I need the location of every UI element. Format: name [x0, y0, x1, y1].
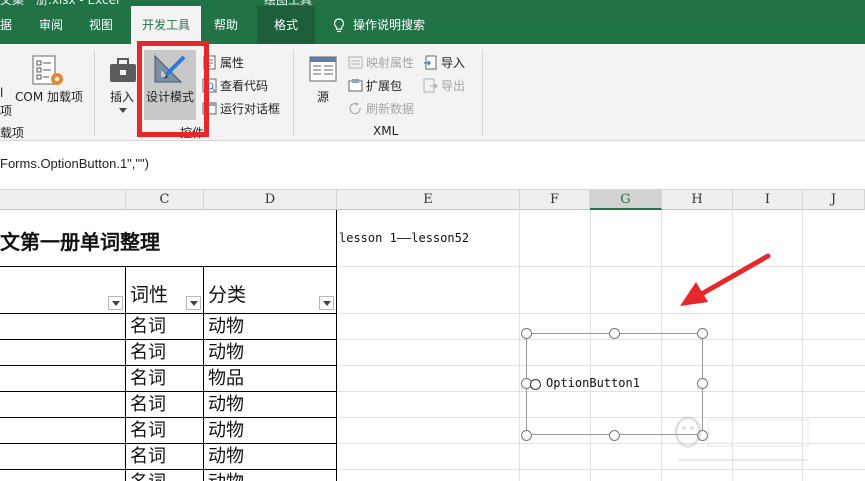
column-headers: C D E F G H I J — [0, 190, 865, 210]
import-button[interactable]: 导入 — [423, 52, 465, 72]
table-cell-pos: 名词 — [130, 470, 166, 481]
table-cell-category: 物品 — [208, 368, 244, 389]
red-arrow-icon — [680, 253, 771, 306]
table-cell-category: 动物 — [208, 446, 244, 467]
header-pos: 词性 — [130, 284, 169, 306]
table-cell-pos: 名词 — [130, 420, 166, 441]
table-cell-pos: 名词 — [130, 394, 166, 415]
addin-fragment-top: l — [0, 86, 4, 100]
chevron-down-icon — [119, 108, 127, 113]
column-header-j[interactable]: J — [803, 190, 865, 210]
ribbon-separator — [482, 50, 483, 136]
addins-group-label: 载项 — [0, 126, 25, 140]
tab-format[interactable]: 格式 — [257, 6, 315, 44]
map-properties-button[interactable]: 映射属性 — [348, 52, 414, 72]
column-header-f[interactable]: F — [520, 190, 590, 210]
com-addins-button[interactable]: COM 加载项 — [15, 88, 83, 105]
option-button-label: OptionButton1 — [546, 376, 640, 390]
insert-controls-button[interactable]: 插入 — [110, 88, 134, 105]
tab-developer[interactable]: 开发工具 — [131, 6, 201, 44]
expansion-pack-button[interactable]: 扩展包 — [348, 75, 402, 95]
highlight-box — [137, 41, 209, 137]
toolbox-icon — [110, 58, 136, 82]
xml-source-icon — [309, 56, 337, 82]
search-label: 操作说明搜索 — [353, 18, 426, 32]
import-icon — [424, 55, 437, 69]
ribbon-separator — [94, 50, 95, 136]
tab-data[interactable]: 据 — [0, 6, 20, 44]
table-cell-category: 动物 — [208, 394, 244, 415]
column-header-g[interactable]: G — [590, 190, 662, 210]
resize-handle[interactable] — [697, 378, 708, 389]
column-header-partial[interactable] — [0, 190, 126, 210]
table-cell-category: 动物 — [208, 316, 244, 337]
table-cell-pos: 名词 — [130, 342, 166, 363]
column-header-e[interactable]: E — [337, 190, 520, 210]
resize-handle[interactable] — [521, 430, 532, 441]
column-header-h[interactable]: H — [662, 190, 733, 210]
filter-dropdown-button[interactable] — [319, 296, 334, 310]
tab-review[interactable]: 审阅 — [39, 6, 69, 44]
export-icon — [423, 78, 438, 92]
resize-handle[interactable] — [521, 328, 532, 339]
expansion-pack-icon — [348, 78, 363, 91]
addin-fragment-bottom: 项 — [0, 104, 13, 118]
ribbon: l 项 COM 加载项 载项 插入 设计模式 属性 查看代码 运行对话框 控件 … — [0, 44, 865, 141]
header-category: 分类 — [208, 284, 247, 306]
table-cell-category: 动物 — [208, 470, 244, 481]
xml-source-button[interactable]: 源 — [317, 88, 329, 105]
table-cell-category: 动物 — [208, 342, 244, 363]
resize-handle[interactable] — [609, 430, 620, 441]
tab-help[interactable]: 帮助 — [214, 6, 244, 44]
view-code-button[interactable]: 查看代码 — [202, 75, 268, 95]
xml-group-label: XML — [373, 124, 399, 138]
lesson-range-note: lesson 1——lesson52 — [339, 231, 470, 245]
formula-bar[interactable]: Forms.OptionButton.1","") — [0, 141, 865, 190]
tell-me-search[interactable]: 操作说明搜索 — [333, 6, 453, 44]
ribbon-tab-row: 据 审阅 视图 开发工具 帮助 格式 操作说明搜索 — [0, 6, 865, 44]
column-header-c[interactable]: C — [126, 190, 204, 210]
filter-dropdown-button[interactable] — [108, 296, 123, 310]
resize-handle[interactable] — [609, 328, 620, 339]
lightbulb-icon — [333, 17, 345, 32]
tab-view[interactable]: 视图 — [89, 6, 119, 44]
sheet-title: 文第一册单词整理 — [0, 230, 160, 254]
table-cell-category: 动物 — [208, 420, 244, 441]
watermark-logo-icon — [674, 416, 809, 461]
excel-window: 文集一册.xlsx - Excel 绘图工具 据 审阅 视图 开发工具 帮助 格… — [0, 0, 865, 481]
radio-circle-icon[interactable] — [530, 379, 541, 390]
export-button[interactable]: 导出 — [423, 75, 465, 95]
refresh-icon — [349, 101, 361, 114]
table-cell-pos: 名词 — [130, 316, 166, 337]
ribbon-separator — [293, 50, 294, 136]
resize-handle[interactable] — [697, 328, 708, 339]
filter-dropdown-button[interactable] — [186, 296, 201, 310]
table-cell-pos: 名词 — [130, 368, 166, 389]
formula-text: Forms.OptionButton.1","") — [0, 156, 149, 171]
column-header-i[interactable]: I — [733, 190, 803, 210]
com-addins-icon — [32, 55, 63, 85]
table-cell-pos: 名词 — [130, 446, 166, 467]
map-properties-icon — [348, 56, 363, 68]
refresh-data-button[interactable]: 刷新数据 — [348, 98, 414, 118]
run-dialog-button[interactable]: 运行对话框 — [202, 98, 280, 118]
column-header-d[interactable]: D — [204, 190, 337, 210]
